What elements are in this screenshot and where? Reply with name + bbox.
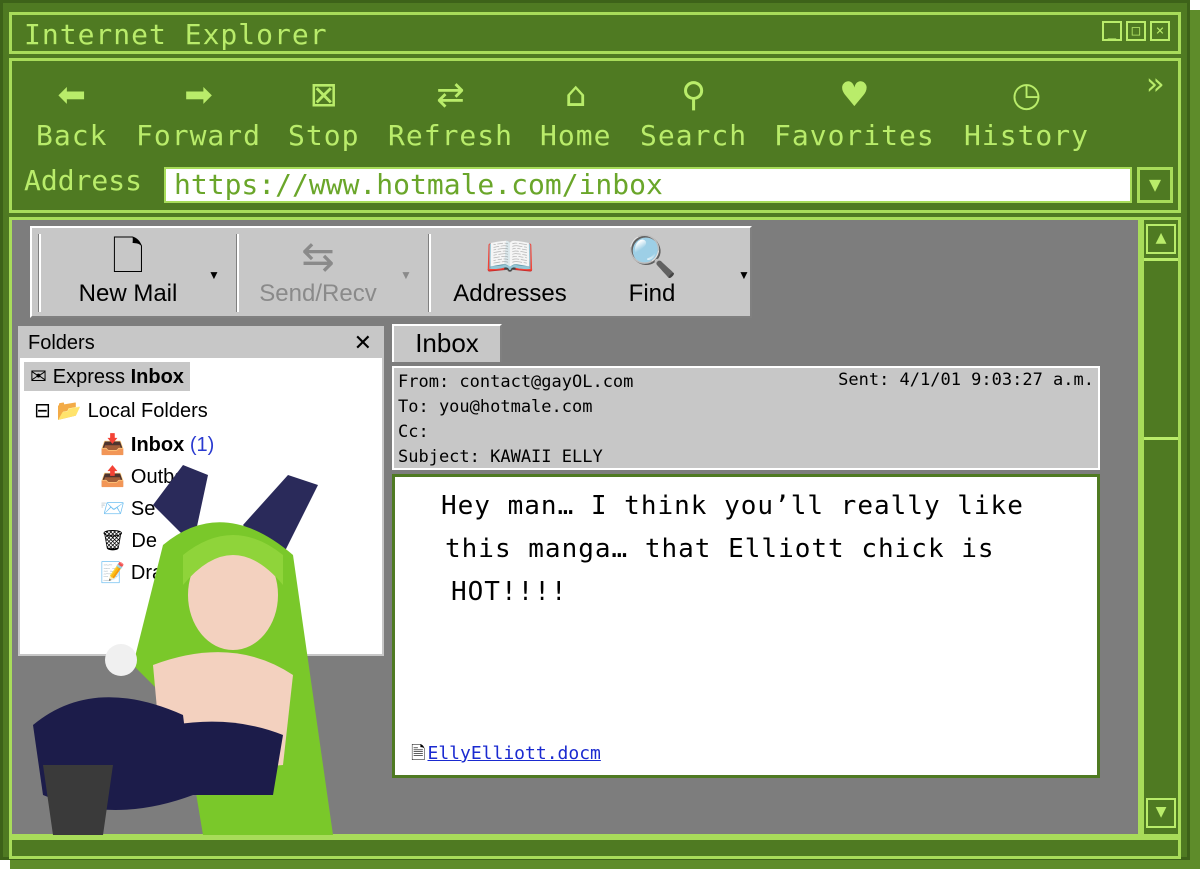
inbox-tab[interactable]: Inbox (392, 324, 502, 362)
document-icon: 🗎 (411, 743, 426, 764)
address-label: Address (24, 164, 143, 197)
attachment-link[interactable]: 🗎 EllyElliott.docm (411, 741, 601, 771)
collapse-icon[interactable]: ⊟ (34, 398, 51, 422)
find-button[interactable]: 🔍 Find (612, 234, 692, 308)
message-body: Hey man… I think you’ll really like this… (392, 474, 1100, 778)
scroll-thumb[interactable] (1144, 258, 1178, 440)
back-button[interactable]: ⬅ Back (36, 71, 107, 152)
browser-toolbar: ⬅ Back ➡ Forward ⊠ Stop ⇄ Refresh ⌂ Home… (9, 58, 1181, 213)
address-input[interactable]: https://www.hotmale.com/inbox (164, 167, 1132, 203)
subject-field: Subject: KAWAII ELLY (398, 447, 603, 467)
folder-icon: 📂 (56, 398, 82, 422)
status-bar (9, 837, 1181, 859)
title-bar: Internet Explorer _ □ × (9, 12, 1181, 54)
send-recv-icon: ⇆ (301, 234, 335, 280)
heart-icon: ♥ (839, 75, 870, 115)
unread-count: (1) (189, 434, 215, 456)
history-icon: ◷ (1011, 75, 1042, 115)
anime-character-illustration (33, 465, 333, 835)
new-mail-icon: 🗋 (111, 234, 145, 280)
folder-inbox[interactable]: 📥 Inbox (1) (100, 432, 214, 457)
search-icon: ⚲ (681, 75, 707, 115)
forward-button[interactable]: ➡ Forward (136, 71, 261, 152)
history-button[interactable]: ◷ History (964, 71, 1089, 152)
browser-window: Internet Explorer _ □ × ⬅ Back ➡ Forward… (0, 0, 1190, 860)
find-icon: 🔍 (627, 234, 677, 280)
to-field: To: you@hotmale.com (398, 397, 593, 417)
folder-outlook-express[interactable]: ✉ Express Inbox (24, 362, 190, 391)
send-recv-dropdown-icon[interactable]: ▼ (400, 268, 412, 282)
folders-header: Folders ✕ (20, 328, 382, 358)
home-button[interactable]: ⌂ Home (540, 71, 611, 152)
separator (236, 234, 239, 312)
refresh-button[interactable]: ⇄ Refresh (388, 71, 513, 152)
toolbar-grip (38, 234, 41, 312)
favorites-button[interactable]: ♥ Favorites (774, 71, 935, 152)
address-book-icon: 📖 (485, 234, 535, 280)
forward-arrow-icon: ➡ (184, 75, 213, 115)
more-chevron-icon[interactable]: » (1146, 67, 1164, 102)
message-text-line: HOT!!!! (451, 577, 568, 607)
window-title: Internet Explorer (24, 18, 328, 51)
back-arrow-icon: ⬅ (57, 75, 86, 115)
outlook-toolbar: 🗋 New Mail ▼ ⇆ Send/Recv ▼ 📖 Addresses 🔍… (30, 226, 752, 318)
message-text-line: Hey man… I think you’ll really like (441, 491, 1024, 521)
stop-icon: ⊠ (309, 75, 338, 115)
scroll-up-button[interactable]: ▲ (1146, 224, 1176, 254)
new-mail-button[interactable]: 🗋 New Mail (68, 234, 188, 308)
address-dropdown-button[interactable]: ▼ (1137, 167, 1173, 203)
message-text-line: this manga… that Elliott chick is (445, 534, 995, 564)
close-icon[interactable]: ✕ (354, 328, 372, 358)
addresses-button[interactable]: 📖 Addresses (448, 234, 572, 308)
sent-field: Sent: 4/1/01 9:03:27 a.m. (838, 370, 1094, 390)
find-dropdown-icon[interactable]: ▼ (738, 268, 750, 282)
separator (428, 234, 431, 312)
maximize-button[interactable]: □ (1126, 21, 1146, 41)
vertical-scrollbar[interactable]: ▲ ▼ (1141, 217, 1181, 837)
scroll-down-button[interactable]: ▼ (1146, 798, 1176, 828)
close-button[interactable]: × (1150, 21, 1170, 41)
cc-field: Cc: (398, 422, 429, 442)
folder-local-folders[interactable]: ⊟ 📂 Local Folders (34, 398, 208, 423)
home-icon: ⌂ (564, 75, 587, 115)
new-mail-dropdown-icon[interactable]: ▼ (208, 268, 220, 282)
stop-button[interactable]: ⊠ Stop (288, 71, 359, 152)
message-header: From: contact@gayOL.com Sent: 4/1/01 9:0… (392, 366, 1100, 470)
inbox-icon: 📥 (100, 432, 125, 456)
outlook-express-icon: ✉ (30, 364, 47, 388)
refresh-icon: ⇄ (436, 75, 465, 115)
minimize-button[interactable]: _ (1102, 21, 1122, 41)
window-controls: _ □ × (1102, 21, 1170, 41)
send-recv-button[interactable]: ⇆ Send/Recv (248, 234, 388, 308)
search-button[interactable]: ⚲ Search (640, 71, 747, 152)
